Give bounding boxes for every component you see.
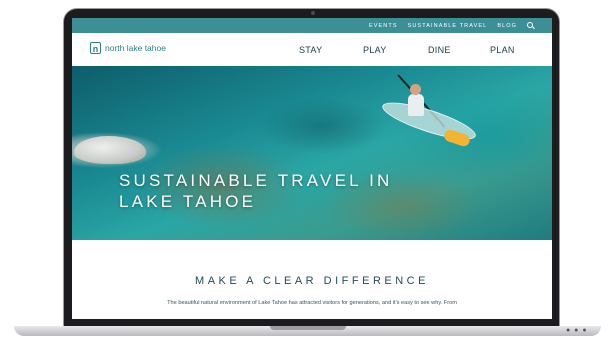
nav-item-dine[interactable]: DINE — [428, 45, 451, 55]
utility-link-events[interactable]: EVENTS — [369, 23, 398, 29]
hero-title-line-1: SUSTAINABLE TRAVEL IN — [119, 171, 393, 190]
website-screen: EVENTS SUSTAINABLE TRAVEL BLOG n north l… — [72, 18, 552, 319]
hero-image: SUSTAINABLE TRAVEL IN LAKE TAHOE — [72, 66, 552, 240]
search-icon[interactable] — [527, 22, 534, 29]
kayaker-body — [408, 94, 424, 116]
hero-title-line-2: LAKE TAHOE — [119, 192, 257, 211]
utility-link-sustainable-travel[interactable]: SUSTAINABLE TRAVEL — [408, 23, 488, 29]
hero-rock — [74, 136, 146, 164]
utility-nav: EVENTS SUSTAINABLE TRAVEL BLOG — [72, 18, 552, 33]
nav-item-plan[interactable]: PLAN — [490, 45, 515, 55]
utility-link-blog[interactable]: BLOG — [497, 23, 517, 29]
nav-item-play[interactable]: PLAY — [363, 45, 387, 55]
logo-text: north lake tahoe — [105, 43, 166, 53]
kayaker-head — [410, 84, 421, 95]
hero-title: SUSTAINABLE TRAVEL IN LAKE TAHOE — [119, 170, 399, 212]
webcam-icon — [311, 11, 315, 15]
site-logo[interactable]: n north lake tahoe — [90, 42, 166, 54]
intro-paragraph: The beautiful natural environment of Lak… — [167, 300, 457, 306]
laptop-indicator-icon: ● ● ● — [566, 327, 588, 334]
logo-mark-icon: n — [90, 42, 101, 54]
laptop-notch — [270, 326, 346, 330]
section-heading: MAKE A CLEAR DIFFERENCE — [195, 275, 429, 287]
nav-item-stay[interactable]: STAY — [299, 45, 322, 55]
main-nav: n north lake tahoe STAY PLAY DINE PLAN — [72, 33, 552, 66]
